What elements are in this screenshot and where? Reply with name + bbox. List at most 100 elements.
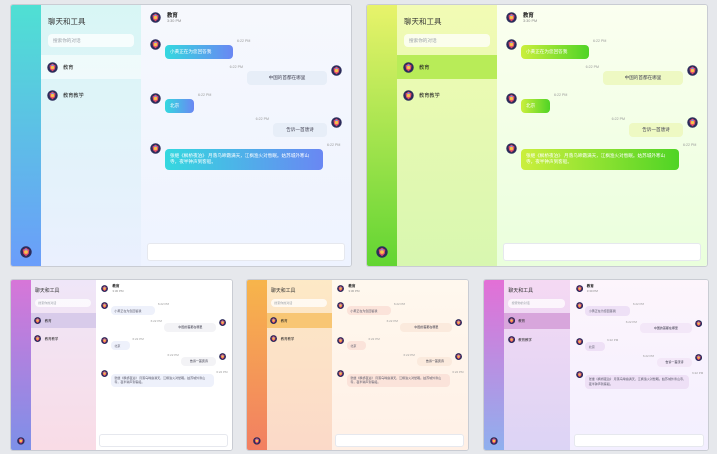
avatar [403, 61, 414, 73]
chat-area: 教育 3:30 PM 小黄正在为您回答我 6:22 PM 中国的首都在哪里 6:22 … [497, 5, 707, 266]
avatar [506, 143, 517, 154]
incoming-message-bubble: 北京 [165, 99, 194, 114]
theme-preview-window: 聊天和工具 搜索你的对话 教育 教育教学 教育 3:30 PM 小黄正在为您回答我 6… [246, 279, 469, 451]
contact-name: 教育 [167, 13, 178, 19]
conversation-panel: 聊天和工具搜索你的对话 教育 教育教学 [30, 280, 96, 450]
avatar [331, 117, 342, 128]
chat-message: 告诉一首唐诗 6:22 PM [643, 354, 702, 368]
outgoing-message-bubble: 告诉一首唐诗 [656, 357, 693, 368]
conversation-label: 教育教学 [63, 92, 84, 99]
theme-preview-window: 聊天和工具 搜索你的对话 教育 教育教学 教育 3:30 PM 小黄正在为您回答我 6… [10, 4, 352, 267]
message-time: 6:22 PM [237, 39, 251, 43]
message-time: 6:22 PM [593, 39, 607, 43]
chat-message: 中国的首都在哪里 6:22 PM [586, 65, 698, 86]
chat-message: 小黄正在为您回答我 6:22 PM [575, 302, 644, 316]
chat-message: 张继《枫桥夜泊》 月落乌啼霜满天，江枫渔火对愁眠。姑苏城外寒山寺，夜半钟声到客船… [575, 370, 704, 389]
message-time: 6:22 PM [554, 93, 568, 97]
chat-header-text: 教育 3:30 PM [167, 11, 181, 23]
conversation-item[interactable]: 教育教学 [504, 331, 570, 347]
chat-area: 教育 3:30 PM 小黄正在为您回答我 6:22 PM 中国的首都在哪里 6:22 … [569, 280, 708, 450]
message-input[interactable] [573, 434, 705, 447]
message-time: 6:22 PM [386, 319, 398, 323]
conversation-label: 教育教学 [44, 336, 59, 341]
user-avatar-button[interactable] [17, 437, 25, 445]
user-avatar-button[interactable] [490, 437, 498, 445]
chat-message: 中国的首都在哪里 6:22 PM [230, 65, 342, 86]
message-time: 6:22 PM [157, 302, 170, 307]
incoming-message-bubble: 小黄正在为您回答我 [585, 306, 631, 316]
search-input[interactable]: 搜索你的对话 [271, 298, 327, 308]
user-avatar-button[interactable] [253, 437, 261, 445]
conversation-item[interactable]: 教育 [266, 312, 332, 329]
incoming-message-bubble: 北京 [521, 99, 550, 114]
conversation-label: 教育教学 [518, 337, 532, 342]
chat-message: 告诉一首唐诗 6:22 PM [403, 352, 463, 367]
contact-time: 3:30 PM [348, 288, 360, 293]
outgoing-message-bubble: 告诉一首唐诗 [629, 123, 683, 138]
app-title: 聊天和工具 [508, 289, 534, 295]
outgoing-message-bubble: 告诉一首唐诗 [181, 356, 217, 367]
conversation-item[interactable]: 教育教学 [31, 331, 96, 347]
search-input[interactable]: 搜索你的对话 [48, 34, 134, 47]
message-input[interactable] [99, 434, 229, 447]
chat-header: 教育 3:30 PM [575, 284, 598, 293]
search-input[interactable]: 搜索你的对话 [508, 299, 566, 308]
icon-rail [11, 5, 41, 266]
outgoing-message-bubble: 告诉一首唐诗 [273, 123, 327, 138]
chat-message: 北京 6:22 PM [101, 337, 144, 351]
message-time: 6:22 PM [393, 302, 406, 307]
message-input[interactable] [147, 243, 345, 261]
chat-message: 小黄正在为您回答我 6:22 PM [150, 39, 251, 60]
avatar [219, 319, 226, 326]
chat-message: 张继《枫桥夜泊》 月落乌啼霜满天，江枫渔火对愁眠。姑苏城外寒山寺，夜半钟声到客船… [101, 369, 228, 388]
app-title: 聊天和工具 [404, 17, 442, 26]
incoming-message-bubble: 张继《枫桥夜泊》 月落乌啼霜满天，江枫渔火对愁眠。姑苏城外寒山寺，夜半钟声到客船… [521, 149, 679, 170]
conversation-panel: 聊天和工具搜索你的对话 教育 教育教学 [397, 5, 497, 266]
user-avatar-button[interactable] [20, 246, 32, 258]
theme-preview-window: 聊天和工具 搜索你的对话 教育 教育教学 教育 3:30 PM 小黄正在为您回答我 6… [483, 279, 709, 451]
message-time: 6:22 PM [403, 352, 415, 357]
conversation-label: 教育 [44, 318, 52, 323]
conversation-item[interactable]: 教育教学 [267, 331, 332, 347]
conversation-item[interactable]: 教育 [41, 55, 141, 79]
outgoing-message-bubble: 中国的首都在哪里 [247, 71, 327, 86]
message-time: 6:22 PM [368, 337, 380, 342]
app-title: 聊天和工具 [35, 289, 60, 295]
conversation-panel: 聊天和工具 搜索你的对话 教育 教育教学 [266, 280, 332, 450]
conversation-item[interactable]: 教育教学 [397, 83, 497, 107]
message-input[interactable] [503, 243, 701, 261]
contact-time: 3:30 PM [167, 19, 182, 23]
avatar [575, 338, 583, 346]
message-time: 6:22 PM [198, 93, 212, 97]
avatar [506, 93, 517, 104]
conversation-item[interactable]: 教育教学 [41, 83, 141, 107]
chat-header-text: 教育 3:30 PM [587, 284, 598, 293]
chat-header-text: 教育 3:30 PM [348, 284, 359, 293]
search-input[interactable]: 搜索你的对话 [404, 34, 490, 47]
message-time: 6:22 PM [216, 369, 228, 374]
conversation-item[interactable]: 教育 [397, 55, 497, 79]
conversation-label: 教育 [63, 64, 74, 71]
conversation-panel: 聊天和工具搜索你的对话 教育 教育教学 [503, 280, 570, 450]
chat-message: 张继《枫桥夜泊》 月落乌啼霜满天，江枫渔火对愁眠。姑苏城外寒山寺，夜半钟声到客船… [506, 143, 696, 170]
chat-message: 中国的首都在哪里 6:22 PM [386, 319, 463, 333]
incoming-message-bubble: 张继《枫桥夜泊》 月落乌啼霜满天，江枫渔火对愁眠。姑苏城外寒山寺，夜半钟声到客船… [585, 374, 690, 389]
avatar [270, 316, 278, 324]
chat-header: 教育 3:30 PM [150, 11, 181, 23]
contact-time: 3:30 PM [112, 288, 124, 293]
chat-message: 北京 6:22 PM [337, 337, 380, 351]
avatar [455, 352, 462, 360]
chat-message: 张继《枫桥夜泊》 月落乌啼霜满天，江枫渔火对愁眠。姑苏城外寒山寺，夜半钟声到客船… [150, 143, 340, 170]
user-avatar-button[interactable] [376, 246, 388, 258]
avatar [337, 369, 345, 377]
message-input[interactable] [335, 434, 465, 447]
avatar [270, 335, 278, 342]
chat-message: 北京 6:22 PM [506, 93, 568, 114]
avatar [455, 319, 462, 326]
conversation-item[interactable]: 教育 [30, 312, 96, 329]
message-time: 6:22 PM [692, 370, 704, 375]
message-time: 6:22 PM [632, 302, 644, 307]
avatar [337, 337, 345, 345]
search-input[interactable]: 搜索你的对话 [35, 298, 91, 308]
conversation-item[interactable]: 教育 [503, 312, 570, 329]
